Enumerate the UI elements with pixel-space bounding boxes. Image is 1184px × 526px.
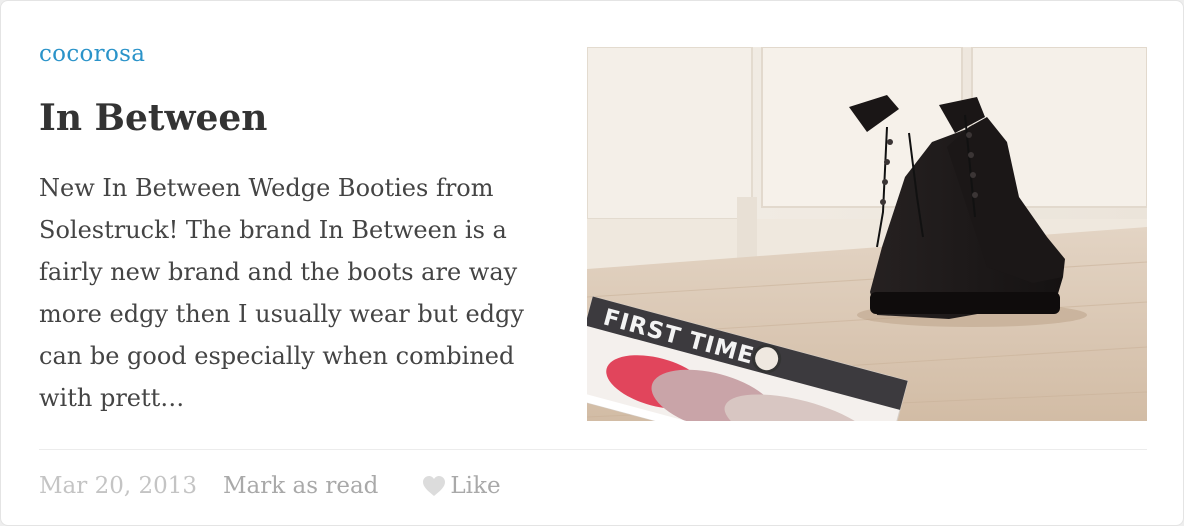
article-title[interactable]: In Between [39, 95, 267, 141]
article-footer: Mar 20, 2013 Mark as read Like [39, 469, 501, 503]
source-link[interactable]: cocorosa [39, 39, 145, 69]
mark-as-read-button[interactable]: Mark as read [223, 473, 378, 499]
footer-divider [39, 449, 1147, 450]
like-label: Like [450, 473, 501, 499]
article-thumbnail[interactable]: FIRST TIME [587, 47, 1147, 421]
heart-icon [423, 476, 446, 496]
article-card[interactable]: cocorosa In Between New In Between Wedge… [0, 0, 1184, 526]
article-excerpt: New In Between Wedge Booties from Solest… [39, 174, 524, 412]
post-date: Mar 20, 2013 [39, 473, 197, 499]
thumbnail-image: FIRST TIME [587, 47, 1147, 421]
like-button[interactable]: Like [422, 473, 501, 499]
